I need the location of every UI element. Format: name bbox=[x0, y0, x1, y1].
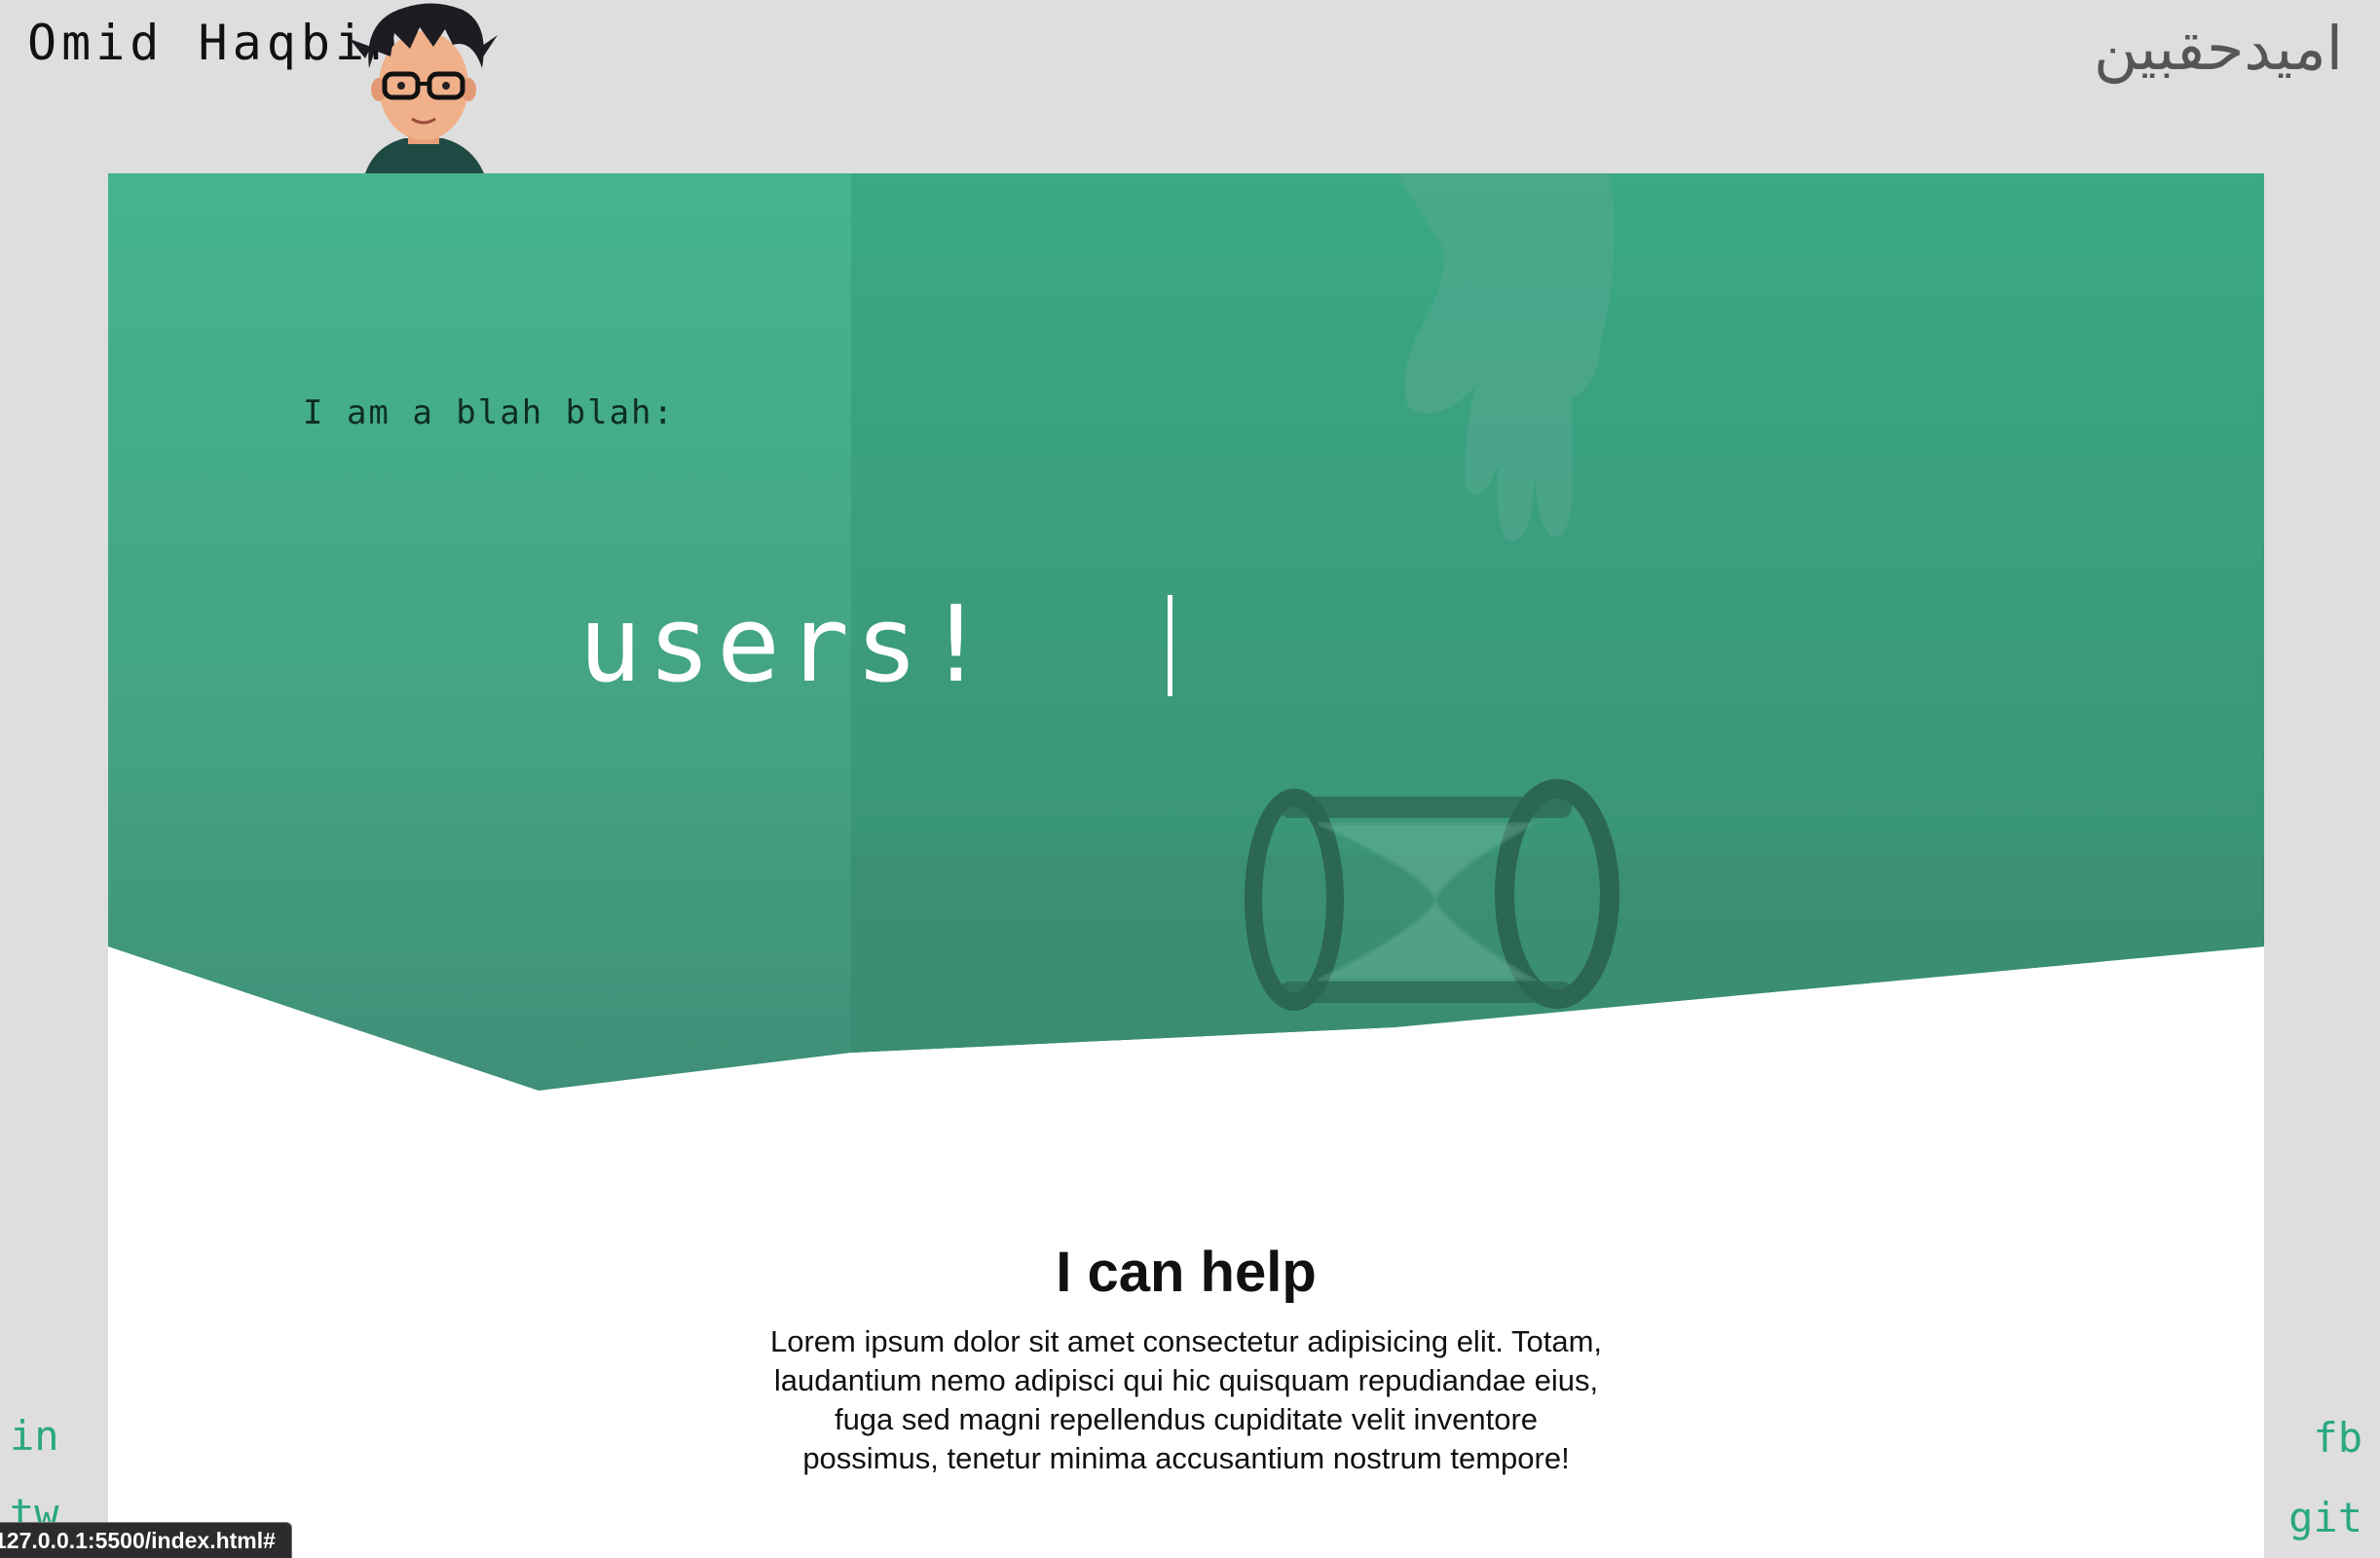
status-url-text: 127.0.0.1:5500/index.html# bbox=[0, 1528, 276, 1553]
hourglass-photo bbox=[851, 173, 2264, 1091]
site-title-native: امیدحقبین bbox=[2094, 13, 2343, 84]
github-link[interactable]: git bbox=[2288, 1494, 2362, 1542]
browser-status-url: 127.0.0.1:5500/index.html# bbox=[0, 1522, 292, 1558]
typed-word: users! bbox=[578, 584, 994, 706]
facebook-link[interactable]: fb bbox=[2313, 1414, 2362, 1463]
text-caret bbox=[1168, 595, 1172, 696]
avatar-icon bbox=[336, 0, 511, 173]
hero-intro-text: I am a blah blah: bbox=[303, 393, 675, 432]
section-body-text: Lorem ipsum dolor sit amet consectetur a… bbox=[769, 1324, 1603, 1475]
linkedin-link[interactable]: in bbox=[10, 1412, 59, 1461]
hero-banner: I am a blah blah: users! bbox=[108, 173, 2264, 1091]
main-card: I am a blah blah: users! I can help Lore… bbox=[108, 173, 2264, 1558]
section-title: I can help bbox=[1056, 1241, 1317, 1304]
